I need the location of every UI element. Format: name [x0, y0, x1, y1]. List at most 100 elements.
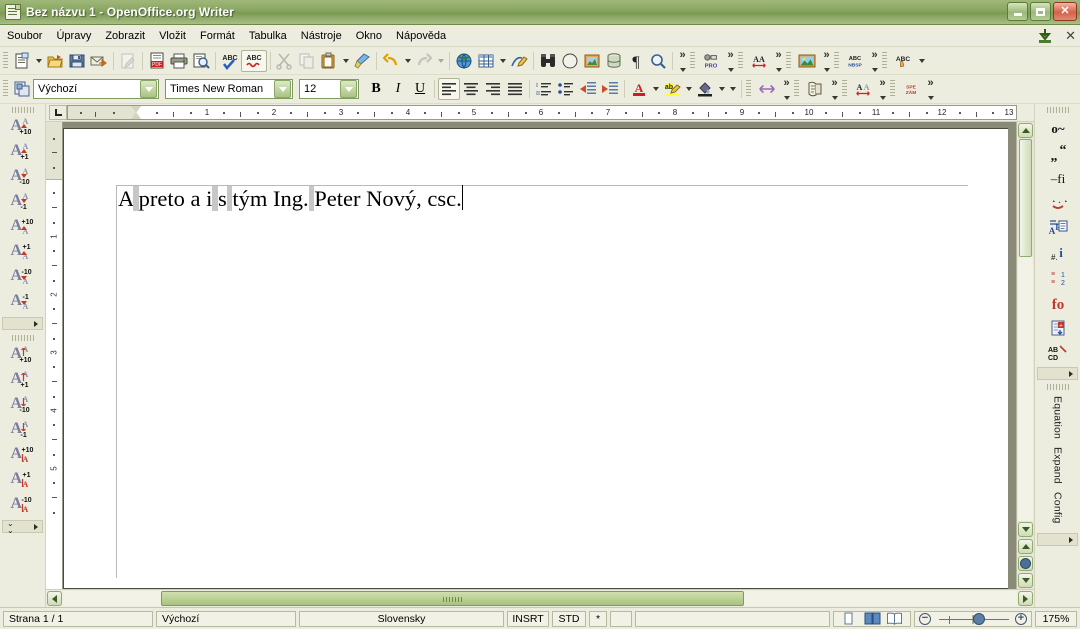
left-toolbar-expand-1[interactable]: [2, 317, 43, 330]
decrease-font-1-upper-button[interactable]: A A -1: [9, 190, 37, 215]
zoom-in-button[interactable]: +: [1015, 612, 1027, 625]
menu-okno[interactable]: Okno: [349, 28, 389, 44]
new-doc-icon[interactable]: [11, 50, 33, 72]
toolbar-overflow-4[interactable]: »: [820, 49, 833, 73]
copy-pages-icon[interactable]: [296, 50, 318, 72]
tab-left-icon[interactable]: [49, 105, 67, 120]
scroll-up-button[interactable]: [1018, 123, 1033, 138]
printer-icon[interactable]: [168, 50, 190, 72]
decrease-font-10-upper-button[interactable]: A A -10: [9, 165, 37, 190]
bold-button[interactable]: B: [365, 78, 387, 100]
new-doc-dropdown[interactable]: [33, 51, 44, 71]
toolbar-grip[interactable]: [3, 51, 8, 70]
align-left-button[interactable]: [438, 78, 460, 100]
next-page-button[interactable]: [1018, 573, 1033, 588]
toolbar-overflow-3[interactable]: »: [772, 49, 785, 73]
toolbar-grip[interactable]: [882, 51, 887, 70]
paragraph-style-icon[interactable]: [11, 78, 33, 100]
pdf-page-icon[interactable]: PDF: [146, 50, 168, 72]
database-icon[interactable]: [603, 50, 625, 72]
toolbar-grip[interactable]: [834, 51, 839, 70]
increase-font-1-lower-button[interactable]: A +1 A: [9, 240, 37, 265]
landscape-image-icon[interactable]: [794, 50, 820, 72]
multi-page-icon[interactable]: [864, 612, 881, 625]
lower-baseline-10-button[interactable]: A -10 A: [9, 493, 37, 518]
magnifier-icon[interactable]: [647, 50, 669, 72]
menu-upravy[interactable]: Úpravy: [49, 28, 98, 44]
align-justify-button[interactable]: [504, 78, 526, 100]
fo-tool-button[interactable]: fo: [1044, 290, 1072, 315]
config-tab[interactable]: Config: [1050, 488, 1066, 528]
decrease-spacing-10-button[interactable]: A A -10: [9, 393, 37, 418]
toolbar-grip[interactable]: [746, 80, 751, 98]
vertical-scroll-thumb[interactable]: [1019, 139, 1032, 257]
font-name-combo[interactable]: Times New Roman: [165, 79, 293, 99]
toolbar-grip[interactable]: [1046, 384, 1069, 390]
clipboard-icon[interactable]: [318, 50, 340, 72]
expand-tab[interactable]: Expand: [1050, 443, 1066, 488]
numbered-list-button[interactable]: I II: [533, 78, 555, 100]
toolbar-grip[interactable]: [842, 80, 847, 98]
toolbar-overflow-5[interactable]: »: [868, 49, 881, 73]
document-paragraph[interactable]: A preto a i s tým Ing. Peter Nový, csc.: [117, 184, 968, 214]
right-toolbar-expand-2[interactable]: [1037, 533, 1078, 547]
book-view-icon[interactable]: [886, 612, 903, 625]
status-language[interactable]: Slovensky: [299, 610, 504, 627]
floppy-save-icon[interactable]: [66, 50, 88, 72]
abc-underline-icon[interactable]: ABC: [241, 49, 267, 72]
binoculars-icon[interactable]: [537, 50, 559, 72]
formatting-overflow-3[interactable]: »: [876, 77, 889, 101]
bullet-list-button[interactable]: [555, 78, 577, 100]
toolbar-grip[interactable]: [786, 51, 791, 70]
menu-napoveda[interactable]: Nápověda: [389, 28, 453, 44]
decrease-spacing-1-button[interactable]: A A -1: [9, 418, 37, 443]
highlighting-button[interactable]: ab: [661, 78, 683, 100]
open-folder-icon[interactable]: [44, 50, 66, 72]
increase-indent-button[interactable]: [599, 78, 621, 100]
font-color-dropdown[interactable]: [650, 79, 661, 99]
underline-button[interactable]: U: [409, 78, 431, 100]
decrease-indent-button[interactable]: [577, 78, 599, 100]
scroll-right-button[interactable]: [1018, 591, 1033, 606]
redo-arrow-icon[interactable]: [413, 50, 435, 72]
paintbrush-icon[interactable]: [351, 50, 373, 72]
quotes-tool-button[interactable]: „ “: [1044, 140, 1072, 165]
previous-page-button[interactable]: [1018, 539, 1033, 554]
raise-baseline-1-button[interactable]: A +1 A: [9, 468, 37, 493]
abc-nbsp-icon[interactable]: ABC NBSP: [842, 50, 868, 72]
paragraph-style-combo[interactable]: Výchozí: [33, 79, 159, 99]
increase-spacing-1-button[interactable]: A A +1: [9, 368, 37, 393]
toolbar-grip[interactable]: [11, 107, 34, 113]
zoom-slider-handle[interactable]: [973, 612, 985, 625]
envelope-arrow-icon[interactable]: [88, 50, 110, 72]
font-name-dropdown-icon[interactable]: [274, 80, 291, 98]
toolbar-grip[interactable]: [690, 51, 695, 70]
paragraph-style-dropdown-icon[interactable]: [140, 80, 157, 98]
download-green-arrow-icon[interactable]: [1037, 28, 1053, 44]
formatting-overflow-1[interactable]: »: [780, 77, 793, 101]
toolbar-overflow-1[interactable]: »: [676, 49, 689, 73]
status-zoom-level[interactable]: 175%: [1035, 610, 1077, 627]
close-button[interactable]: ✕: [1053, 2, 1077, 21]
minimize-button[interactable]: [1007, 2, 1028, 21]
highlighting-dropdown[interactable]: [683, 79, 694, 99]
font-size-combo[interactable]: 12: [299, 79, 359, 99]
compass-icon[interactable]: [559, 50, 581, 72]
paste-dropdown[interactable]: [340, 51, 351, 71]
toolbar-grip[interactable]: [738, 51, 743, 70]
font-size-dropdown-icon[interactable]: [340, 80, 357, 98]
toolbar-overflow-2[interactable]: »: [724, 49, 737, 73]
accents-tool-button[interactable]: ˖ ˖ ˖: [1044, 190, 1072, 215]
decrease-font-1-lower-button[interactable]: A -1 A: [9, 290, 37, 315]
increase-font-10-lower-button[interactable]: A +10 A: [9, 215, 37, 240]
vertical-scroll-track[interactable]: [1018, 257, 1033, 521]
menu-vlozit[interactable]: Vložit: [152, 28, 193, 44]
status-insert-mode[interactable]: INSRT: [507, 610, 549, 627]
vertical-ruler[interactable]: 1 2 3 4 5: [46, 122, 63, 589]
scroll-icon[interactable]: [802, 78, 828, 100]
maximize-button[interactable]: [1030, 2, 1051, 21]
zoom-slider[interactable]: − +: [914, 610, 1032, 627]
page-1[interactable]: A preto a i s tým Ing. Peter Nový, csc.: [63, 128, 1008, 589]
single-page-icon[interactable]: [842, 612, 859, 625]
right-toolbar-expand-1[interactable]: [1037, 367, 1078, 380]
